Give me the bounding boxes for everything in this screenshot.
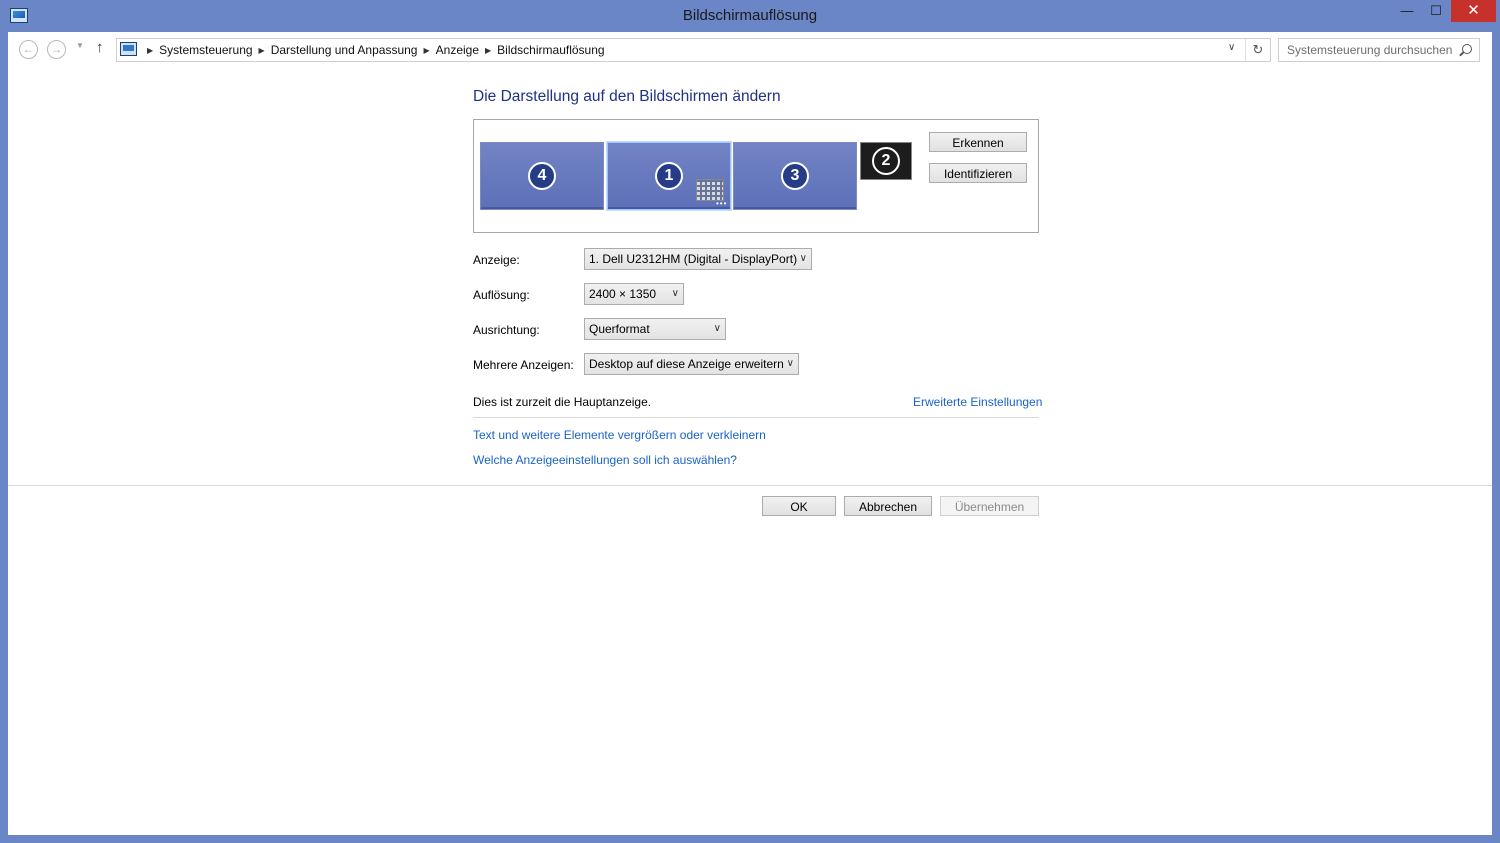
search-box[interactable] bbox=[1278, 38, 1480, 62]
identify-button[interactable]: Identifizieren bbox=[929, 163, 1027, 183]
display-select[interactable]: 1. Dell U2312HM (Digital - DisplayPort) … bbox=[584, 248, 812, 270]
monitor-4[interactable]: 4 bbox=[480, 142, 604, 210]
resolution-select-value: 2400 × 1350 bbox=[589, 287, 657, 301]
monitor-number-badge: 2 bbox=[872, 147, 900, 175]
multiple-displays-select[interactable]: Desktop auf diese Anzeige erweitern ∨ bbox=[584, 353, 799, 375]
breadcrumb-separator-icon[interactable]: ▶ bbox=[259, 46, 265, 55]
multiple-displays-label: Mehrere Anzeigen: bbox=[473, 358, 574, 372]
cancel-button[interactable]: Abbrechen bbox=[844, 496, 932, 516]
address-bar[interactable]: ▶ Systemsteuerung ▶ Darstellung und Anpassu… bbox=[116, 38, 1271, 62]
title-bar: Bildschirmauflösung — ☐ ✕ bbox=[0, 0, 1500, 32]
resolution-label: Auflösung: bbox=[473, 288, 530, 302]
primary-display-status: Dies ist zurzeit die Hauptanzeige. bbox=[473, 395, 652, 409]
text-size-link[interactable]: Text und weitere Elemente vergrößern ode… bbox=[473, 428, 766, 442]
address-dropdown-chevron-icon[interactable]: ∨ bbox=[1228, 42, 1235, 53]
display-label: Anzeige: bbox=[473, 253, 520, 267]
breadcrumb: ▶ Systemsteuerung ▶ Darstellung und Anpassu… bbox=[141, 43, 605, 57]
ok-button[interactable]: OK bbox=[762, 496, 836, 516]
display-select-value: 1. Dell U2312HM (Digital - DisplayPort) bbox=[589, 252, 798, 266]
up-arrow-icon[interactable]: ↑ bbox=[96, 39, 104, 56]
forward-arrow-icon[interactable]: → bbox=[47, 40, 66, 59]
breadcrumb-separator-icon[interactable]: ▶ bbox=[423, 46, 429, 55]
refresh-icon[interactable]: ↻ bbox=[1245, 39, 1270, 61]
chevron-down-icon: ∨ bbox=[713, 323, 721, 334]
monitor-3[interactable]: 3 bbox=[733, 142, 857, 210]
monitor-1[interactable]: 1 ••• bbox=[607, 142, 731, 210]
page-title: Die Darstellung auf den Bildschirmen änd… bbox=[473, 88, 781, 105]
multiple-displays-select-value: Desktop auf diese Anzeige erweitern bbox=[589, 357, 784, 371]
monitor-2[interactable]: 2 bbox=[860, 142, 912, 180]
advanced-settings-link[interactable]: Erweiterte Einstellungen bbox=[913, 395, 1042, 409]
breadcrumb-bildschirmaufloesung[interactable]: Bildschirmauflösung bbox=[497, 43, 604, 57]
breadcrumb-systemsteuerung[interactable]: Systemsteuerung bbox=[159, 43, 252, 57]
search-icon[interactable] bbox=[1462, 44, 1472, 54]
detect-button[interactable]: Erkennen bbox=[929, 132, 1027, 152]
orientation-select[interactable]: Querformat ∨ bbox=[584, 318, 726, 340]
resolution-select[interactable]: 2400 × 1350 ∨ bbox=[584, 283, 684, 305]
monitor-arrangement-panel: 4 1 ••• 3 2 Erkennen Identifizieren bbox=[473, 119, 1039, 233]
display-help-link[interactable]: Welche Anzeigeeinstellungen soll ich aus… bbox=[473, 453, 737, 467]
chevron-down-icon: ∨ bbox=[799, 253, 807, 264]
minimize-button[interactable]: — bbox=[1392, 0, 1422, 22]
orientation-select-value: Querformat bbox=[589, 322, 650, 336]
breadcrumb-darstellung[interactable]: Darstellung und Anpassung bbox=[271, 43, 418, 57]
apply-button[interactable]: Übernehmen bbox=[940, 496, 1039, 516]
back-arrow-icon[interactable]: ← bbox=[19, 40, 38, 59]
orientation-label: Ausrichtung: bbox=[473, 323, 540, 337]
window-title: Bildschirmauflösung bbox=[682, 7, 818, 24]
window-client-area: ← → ▼ ↑ ▶ Systemsteuerung ▶ Darstellung und… bbox=[8, 32, 1492, 835]
footer-divider bbox=[8, 485, 1492, 486]
breadcrumb-separator-icon[interactable]: ▶ bbox=[485, 46, 491, 55]
monitor-number-badge: 1 bbox=[655, 162, 683, 190]
breadcrumb-separator-icon[interactable]: ▶ bbox=[147, 46, 153, 55]
section-divider bbox=[473, 417, 1039, 418]
recent-locations-chevron-icon[interactable]: ▼ bbox=[76, 41, 84, 50]
close-button[interactable]: ✕ bbox=[1451, 0, 1496, 22]
chevron-down-icon: ∨ bbox=[786, 358, 794, 369]
navigation-bar: ← → ▼ ↑ ▶ Systemsteuerung ▶ Darstellung und… bbox=[8, 32, 1492, 66]
taskbar-grid-icon bbox=[696, 179, 724, 201]
maximize-button[interactable]: ☐ bbox=[1421, 0, 1451, 22]
monitor-number-badge: 3 bbox=[781, 162, 809, 190]
search-input[interactable] bbox=[1279, 39, 1462, 61]
breadcrumb-anzeige[interactable]: Anzeige bbox=[436, 43, 479, 57]
monitor-number-badge: 4 bbox=[528, 162, 556, 190]
chevron-down-icon: ∨ bbox=[671, 288, 679, 299]
more-dots-icon: ••• bbox=[716, 199, 728, 208]
control-panel-icon[interactable] bbox=[120, 42, 137, 56]
